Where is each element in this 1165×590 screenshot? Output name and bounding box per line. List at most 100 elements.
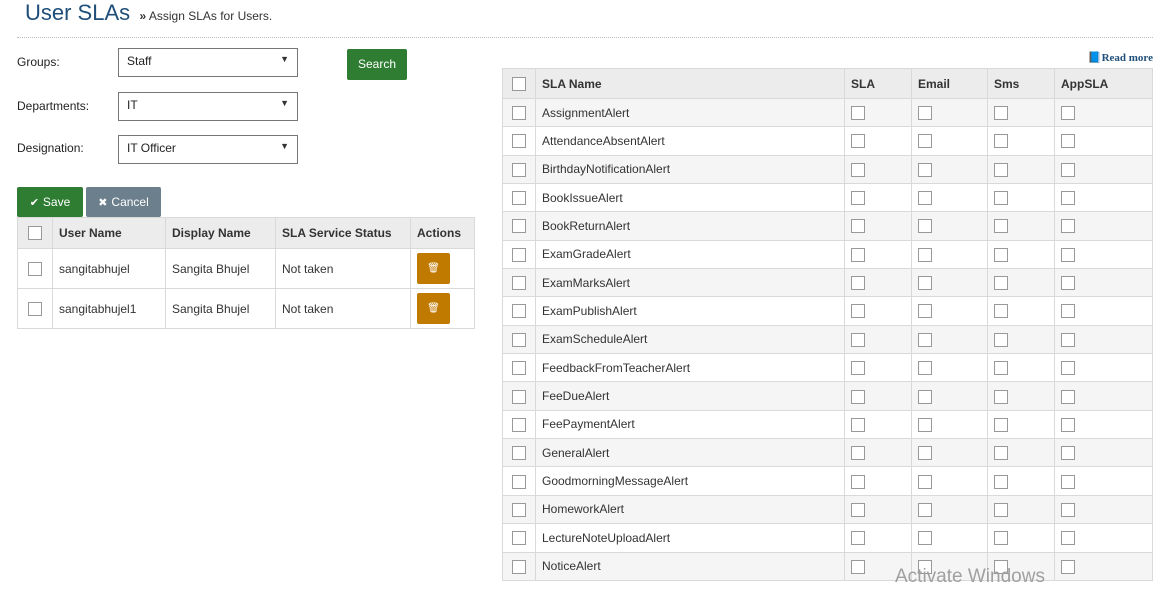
sms-checkbox[interactable] [994,247,1008,262]
appsla-checkbox[interactable] [1061,502,1075,517]
sla-row-checkbox[interactable] [512,531,526,546]
sms-checkbox[interactable] [994,106,1008,121]
email-checkbox[interactable] [918,162,932,177]
email-checkbox[interactable] [918,531,932,546]
select-all-users-checkbox[interactable] [28,226,42,241]
appsla-checkbox[interactable] [1061,559,1075,574]
email-checkbox[interactable] [918,361,932,376]
appsla-checkbox[interactable] [1061,474,1075,489]
delete-button[interactable]: 🗑 [417,293,450,324]
sla-row: ExamMarksAlert [502,268,1153,298]
email-checkbox[interactable] [918,332,932,347]
sla-checkbox[interactable] [851,134,865,149]
sla-checkbox[interactable] [851,106,865,121]
save-button[interactable]: ✔ Save [17,187,83,217]
sms-checkbox[interactable] [994,361,1008,376]
appsla-checkbox[interactable] [1061,446,1075,461]
sla-row-checkbox[interactable] [512,247,526,262]
email-checkbox[interactable] [918,134,932,149]
sms-checkbox[interactable] [994,191,1008,206]
sla-row-checkbox[interactable] [512,559,526,574]
appsla-checkbox[interactable] [1061,219,1075,234]
appsla-checkbox[interactable] [1061,247,1075,262]
sla-checkbox[interactable] [851,559,865,574]
sla-row-checkbox[interactable] [512,389,526,404]
sms-checkbox[interactable] [994,417,1008,432]
appsla-checkbox[interactable] [1061,389,1075,404]
sla-row-checkbox[interactable] [512,191,526,206]
sla-checkbox[interactable] [851,389,865,404]
email-checkbox[interactable] [918,474,932,489]
sla-row-checkbox[interactable] [512,304,526,319]
email-checkbox[interactable] [918,191,932,206]
appsla-checkbox[interactable] [1061,332,1075,347]
sms-checkbox[interactable] [994,389,1008,404]
users-table: User Name Display Name SLA Service Statu… [17,217,475,329]
sla-checkbox[interactable] [851,332,865,347]
email-checkbox[interactable] [918,389,932,404]
email-checkbox[interactable] [918,446,932,461]
email-checkbox[interactable] [918,276,932,291]
sms-checkbox[interactable] [994,474,1008,489]
sla-checkbox[interactable] [851,276,865,291]
sla-checkbox[interactable] [851,304,865,319]
sms-checkbox[interactable] [994,446,1008,461]
sla-checkbox[interactable] [851,474,865,489]
sla-checkbox[interactable] [851,502,865,517]
appsla-checkbox[interactable] [1061,417,1075,432]
appsla-checkbox[interactable] [1061,134,1075,149]
cancel-button[interactable]: ✖ Cancel [86,187,161,217]
sms-checkbox[interactable] [994,502,1008,517]
user-row-checkbox[interactable] [28,301,42,316]
email-checkbox[interactable] [918,219,932,234]
sla-row-checkbox[interactable] [512,162,526,177]
appsla-checkbox[interactable] [1061,191,1075,206]
sms-checkbox[interactable] [994,304,1008,319]
sms-checkbox[interactable] [994,276,1008,291]
groups-select[interactable]: Staff ▼ [118,48,298,77]
sla-checkbox[interactable] [851,446,865,461]
sla-row-checkbox[interactable] [512,361,526,376]
sla-checkbox[interactable] [851,191,865,206]
sla-row-checkbox[interactable] [512,276,526,291]
read-more-link[interactable]: 📘Read more [1088,51,1153,64]
sla-row-checkbox[interactable] [512,219,526,234]
sla-row-checkbox[interactable] [512,502,526,517]
sla-row-checkbox[interactable] [512,417,526,432]
appsla-checkbox[interactable] [1061,106,1075,121]
sla-checkbox[interactable] [851,361,865,376]
sla-row-checkbox[interactable] [512,474,526,489]
sla-row-checkbox[interactable] [512,446,526,461]
sla-checkbox[interactable] [851,162,865,177]
appsla-checkbox[interactable] [1061,361,1075,376]
email-checkbox[interactable] [918,106,932,121]
sla-checkbox[interactable] [851,219,865,234]
user-row-checkbox[interactable] [28,261,42,276]
sla-checkbox[interactable] [851,417,865,432]
select-all-sla-checkbox[interactable] [512,76,526,91]
appsla-checkbox[interactable] [1061,276,1075,291]
sms-checkbox[interactable] [994,332,1008,347]
search-button[interactable]: Search [347,49,407,80]
appsla-checkbox[interactable] [1061,162,1075,177]
delete-button[interactable]: 🗑 [417,253,450,284]
appsla-checkbox[interactable] [1061,304,1075,319]
sla-name-cell: BookIssueAlert [535,183,845,213]
email-checkbox[interactable] [918,247,932,262]
sla-checkbox[interactable] [851,247,865,262]
sms-checkbox[interactable] [994,162,1008,177]
sla-row-checkbox[interactable] [512,134,526,149]
sms-checkbox[interactable] [994,531,1008,546]
sms-checkbox[interactable] [994,219,1008,234]
departments-select[interactable]: IT ▼ [118,92,298,121]
email-checkbox[interactable] [918,417,932,432]
email-checkbox[interactable] [918,304,932,319]
appsla-checkbox[interactable] [1061,531,1075,546]
sla-checkbox[interactable] [851,531,865,546]
sla-row-checkbox[interactable] [512,332,526,347]
sms-checkbox[interactable] [994,134,1008,149]
email-checkbox[interactable] [918,502,932,517]
sla-row: BookIssueAlert [502,183,1153,213]
sla-row-checkbox[interactable] [512,106,526,121]
designation-select[interactable]: IT Officer ▼ [118,135,298,164]
